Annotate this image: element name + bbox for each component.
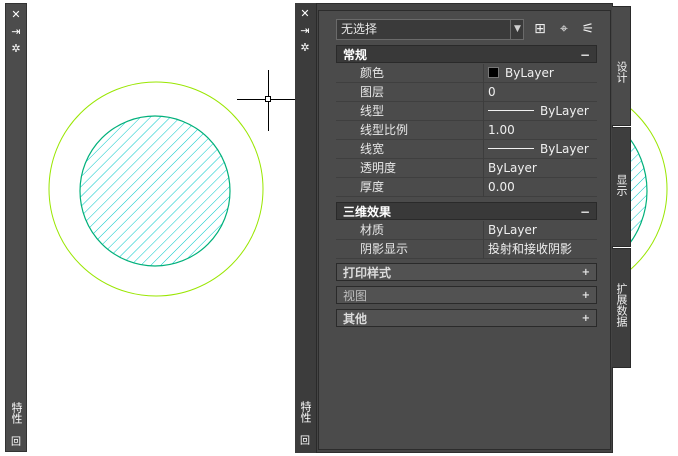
category-title: 其他: [343, 312, 368, 326]
property-label: 线型: [360, 104, 385, 118]
property-label: 线型比例: [360, 123, 409, 137]
category-view[interactable]: 视图 +: [336, 286, 597, 304]
property-label: 厚度: [360, 180, 385, 194]
property-label: 阴影显示: [360, 242, 409, 256]
category-3d-effects[interactable]: 三维效果 −: [336, 202, 597, 220]
property-row-color[interactable]: 颜色 ByLayer: [336, 64, 597, 83]
close-icon[interactable]: ✕: [295, 7, 315, 21]
property-row-linetype-scale[interactable]: 线型比例 1.00: [336, 121, 597, 140]
palette-bottom-icon[interactable]: 回: [295, 435, 315, 449]
settings-icon[interactable]: ✲: [6, 42, 26, 56]
expand-icon[interactable]: +: [582, 310, 590, 328]
palette-title: 特性: [10, 402, 23, 424]
palette-bottom-icon[interactable]: 回: [6, 436, 26, 450]
expand-icon[interactable]: +: [582, 287, 590, 305]
collapse-icon[interactable]: −: [580, 203, 590, 221]
property-row-lineweight[interactable]: 线宽 ByLayer: [336, 140, 597, 159]
property-label: 图层: [360, 85, 385, 99]
palette-title-bar[interactable]: ✕ ⇥ ✲ 特性 回: [295, 3, 317, 453]
category-title: 视图: [343, 289, 368, 303]
property-value[interactable]: ByLayer: [488, 140, 589, 159]
category-plot-style[interactable]: 打印样式 +: [336, 263, 597, 281]
category-title: 打印样式: [343, 266, 392, 280]
property-value[interactable]: ByLayer: [488, 221, 537, 240]
property-value[interactable]: ByLayer: [488, 64, 554, 83]
chevron-down-icon[interactable]: ▼: [510, 20, 524, 39]
close-icon[interactable]: ✕: [6, 8, 26, 22]
category-title: 常规: [343, 48, 368, 62]
expand-icon[interactable]: +: [582, 264, 590, 282]
tab-extended-data[interactable]: 扩展数据: [612, 248, 631, 368]
property-value[interactable]: ByLayer: [488, 102, 589, 121]
linetype-sample-icon: [488, 110, 534, 111]
property-label: 颜色: [360, 66, 385, 80]
property-label: 线宽: [360, 142, 385, 156]
tab-design[interactable]: 设计: [612, 6, 631, 126]
property-value[interactable]: 0.00: [488, 178, 515, 197]
quick-select-icon[interactable]: ⚟: [579, 20, 597, 38]
select-objects-icon[interactable]: ⌖: [555, 20, 573, 38]
property-value[interactable]: 0: [488, 83, 496, 102]
category-misc[interactable]: 其他 +: [336, 309, 597, 327]
collapse-icon[interactable]: −: [580, 46, 590, 64]
property-row-linetype[interactable]: 线型 ByLayer: [336, 102, 597, 121]
toggle-pickadd-icon[interactable]: ⊞: [531, 20, 549, 38]
property-row-transparency[interactable]: 透明度 ByLayer: [336, 159, 597, 178]
property-value[interactable]: 投射和接收阴影: [488, 240, 572, 259]
property-row-layer[interactable]: 图层 0: [336, 83, 597, 102]
property-value[interactable]: ByLayer: [488, 159, 537, 178]
autohide-icon[interactable]: ⇥: [6, 25, 26, 39]
collapsed-properties-palette[interactable]: ✕ ⇥ ✲ 特性 回: [5, 3, 27, 452]
settings-icon[interactable]: ✲: [295, 41, 315, 55]
autohide-icon[interactable]: ⇥: [295, 24, 315, 38]
property-label: 材质: [360, 223, 385, 237]
palette-title: 特性: [299, 401, 312, 423]
category-general[interactable]: 常规 −: [336, 45, 597, 63]
property-row-shadow-display[interactable]: 阴影显示 投射和接收阴影: [336, 240, 597, 259]
tab-display[interactable]: 显示: [612, 127, 631, 247]
category-title: 三维效果: [343, 205, 392, 219]
color-swatch-icon: [488, 67, 499, 78]
property-label: 透明度: [360, 161, 397, 175]
property-row-material[interactable]: 材质 ByLayer: [336, 221, 597, 240]
lineweight-sample-icon: [488, 148, 534, 149]
hatched-circle[interactable]: [79, 115, 231, 267]
selection-dropdown[interactable]: 无选择: [336, 19, 524, 40]
property-value[interactable]: 1.00: [488, 121, 515, 140]
property-row-thickness[interactable]: 厚度 0.00: [336, 178, 597, 197]
